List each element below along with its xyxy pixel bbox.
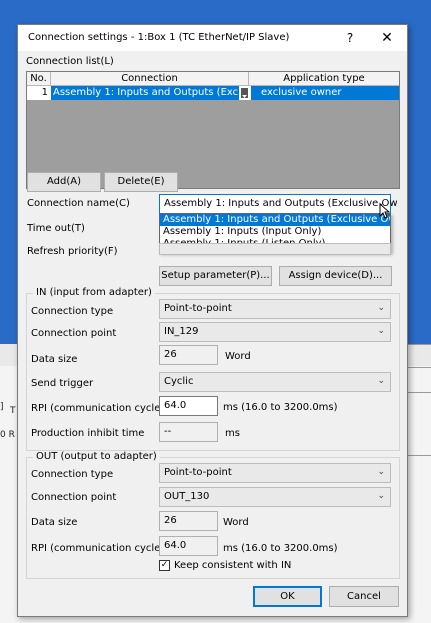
assign-device-button[interactable]: Assign device(D)... (279, 266, 392, 286)
column-header-connection[interactable]: Connection (51, 72, 249, 86)
column-header-application-type[interactable]: Application type (249, 72, 399, 86)
connection-settings-dialog: Connection settings - 1:Box 1 (TC EtherN… (17, 24, 408, 617)
out-group-title: OUT (output to adapter) (33, 451, 160, 462)
chevron-down-icon: ⌄ (377, 491, 385, 501)
in-inhibit-unit: ms (225, 428, 240, 439)
checkmark-icon: ✓ (160, 560, 169, 570)
connection-name-label: Connection name(C) (27, 198, 130, 209)
table-row[interactable]: 1 Assembly 1: Inputs and Outputs (Excl..… (27, 86, 399, 100)
connection-list-label: Connection list(L) (26, 56, 114, 67)
add-button[interactable]: Add(A) (27, 172, 101, 192)
in-rpi-input[interactable]: 64.0 (159, 396, 218, 416)
dropdown-handle-icon (241, 88, 248, 98)
keep-consistent-label: Keep consistent with IN (174, 560, 292, 571)
timeout-label: Time out(T) (27, 223, 85, 234)
ok-button[interactable]: OK (253, 586, 322, 607)
in-inhibit-label: Production inhibit time (31, 428, 145, 439)
in-connection-point-select[interactable]: IN_129 ⌄ (159, 322, 391, 342)
connection-name-value: Assembly 1: Inputs and Outputs (Exclusiv… (164, 198, 398, 209)
in-connection-type-value: Point-to-point (164, 303, 232, 314)
chevron-down-icon: ⌄ (377, 467, 385, 477)
in-data-size-field: 26 (159, 345, 218, 365)
connection-name-select[interactable]: Assembly 1: Inputs and Outputs (Exclusiv… (159, 194, 398, 214)
in-rpi-unit: ms (16.0 to 3200.0ms) (223, 402, 338, 413)
out-data-size-field: 26 (159, 511, 218, 531)
out-connection-point-value: OUT_130 (164, 491, 210, 502)
in-group-title: IN (input from adapter) (33, 287, 155, 298)
background-divider-1 (408, 344, 431, 345)
column-header-no[interactable]: No. (27, 72, 51, 86)
chevron-down-icon: ⌄ (377, 303, 385, 313)
chevron-down-icon: ⌄ (377, 376, 385, 386)
in-inhibit-field: -- (159, 422, 218, 442)
out-rpi-unit: ms (16.0 to 3200.0ms) (223, 543, 338, 554)
help-icon[interactable]: ? (340, 29, 360, 47)
in-data-size-label: Data size (31, 354, 78, 365)
out-connection-point-label: Connection point (31, 492, 117, 503)
in-connection-type-label: Connection type (31, 306, 114, 317)
delete-button[interactable]: Delete(E) (104, 172, 178, 192)
background-divider-4 (408, 455, 431, 456)
out-rpi-label: RPI (communication cycle) (31, 543, 165, 554)
in-connection-point-value: IN_129 (164, 326, 199, 337)
in-connection-point-label: Connection point (31, 328, 117, 339)
mouse-cursor-icon (379, 203, 390, 219)
connection-name-option-1[interactable]: Assembly 1: Inputs and Outputs (Exclusiv… (160, 214, 390, 226)
in-send-trigger-label: Send trigger (31, 378, 94, 389)
in-rpi-label: RPI (communication cycle) (31, 403, 165, 414)
row-connection: Assembly 1: Inputs and Outputs (Excl... (51, 86, 239, 100)
out-connection-type-label: Connection type (31, 469, 114, 480)
keep-consistent-checkbox[interactable]: ✓ (159, 560, 170, 571)
background-divider-2 (408, 367, 431, 368)
row-no: 1 (27, 86, 51, 100)
connection-name-option-2[interactable]: Assembly 1: Inputs (Input Only) (160, 226, 390, 238)
row-edit-marker[interactable] (239, 86, 251, 100)
dialog-title: Connection settings - 1:Box 1 (TC EtherN… (28, 32, 290, 43)
refresh-priority-label: Refresh priority(F) (27, 246, 118, 257)
refresh-priority-select[interactable] (159, 243, 391, 255)
dialog-titlebar[interactable]: Connection settings - 1:Box 1 (TC EtherN… (18, 25, 407, 51)
out-connection-type-value: Point-to-point (164, 467, 232, 478)
setup-parameter-button[interactable]: Setup parameter(P)... (159, 266, 272, 286)
out-rpi-field: 64.0 (159, 536, 218, 556)
row-application-type: exclusive owner (251, 86, 399, 100)
chevron-down-icon: ⌄ (377, 326, 385, 336)
in-send-trigger-select[interactable]: Cyclic ⌄ (159, 372, 391, 392)
in-connection-type-select[interactable]: Point-to-point ⌄ (159, 299, 391, 319)
out-data-size-unit: Word (223, 517, 249, 528)
out-data-size-label: Data size (31, 517, 78, 528)
close-icon[interactable]: ✕ (376, 28, 398, 48)
out-connection-point-select[interactable]: OUT_130 ⌄ (159, 487, 391, 507)
in-send-trigger-value: Cyclic (164, 376, 194, 387)
background-divider-3 (408, 392, 431, 393)
out-connection-type-select[interactable]: Point-to-point ⌄ (159, 463, 391, 483)
cancel-button[interactable]: Cancel (329, 586, 399, 607)
in-data-size-unit: Word (225, 351, 251, 362)
